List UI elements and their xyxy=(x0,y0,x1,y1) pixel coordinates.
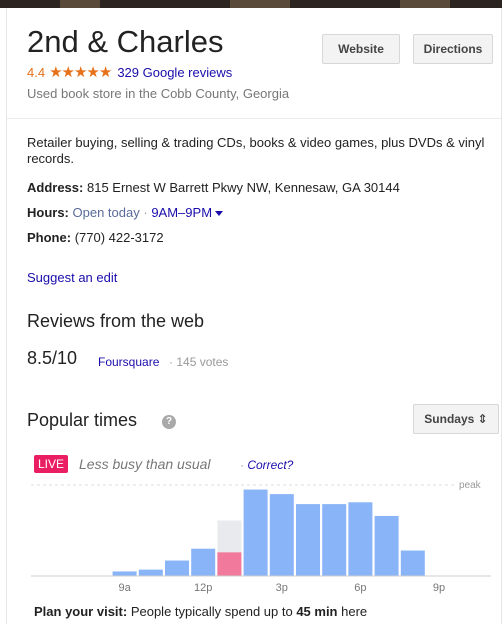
plan-label: Plan your visit: xyxy=(34,604,128,619)
bar-12p[interactable] xyxy=(191,548,216,576)
rating-row: 4.4 ★★★★★ 329 Google reviews xyxy=(27,64,232,82)
google-reviews-link[interactable]: 329 Google reviews xyxy=(117,64,232,82)
x-tick-label: 3p xyxy=(276,582,288,594)
plan-text-before: People typically spend up to xyxy=(127,604,297,619)
image-strip-segment xyxy=(60,0,100,8)
phone-value[interactable]: (770) 422-3172 xyxy=(75,230,164,245)
rating-value: 4.4 xyxy=(27,65,46,80)
live-badge: LIVE xyxy=(34,455,69,473)
star-rating-icon: ★★★★★ xyxy=(49,64,112,81)
help-icon[interactable]: ? xyxy=(162,415,176,429)
caret-down-icon[interactable] xyxy=(215,211,224,217)
phone-label: Phone: xyxy=(27,230,72,245)
hours-label: Hours: xyxy=(27,205,69,220)
directions-button[interactable]: Directions xyxy=(413,34,493,64)
reviews-web-title: Reviews from the web xyxy=(27,311,205,331)
bar-3p[interactable] xyxy=(269,494,294,576)
hours-separator: · xyxy=(143,205,148,220)
live-status: Less busy than usual xyxy=(79,456,211,472)
x-tick-label: 9a xyxy=(118,582,131,594)
hours-row: Hours: Open today · 9AM–9PM xyxy=(27,205,224,221)
bar-4p[interactable] xyxy=(296,504,320,576)
top-image-strip xyxy=(0,0,502,8)
bar-5p[interactable] xyxy=(322,504,347,576)
bar-2p[interactable] xyxy=(243,489,268,576)
place-title: 2nd & Charles xyxy=(27,24,224,59)
divider xyxy=(7,118,501,119)
bar-8p[interactable] xyxy=(400,550,425,576)
plan-duration: 45 min xyxy=(296,604,338,619)
popular-times-chart: peak 9a 12p 3p 6p 9p xyxy=(31,480,491,594)
correct-link[interactable]: · Correct? xyxy=(240,458,293,472)
plan-text-after: here xyxy=(337,604,368,619)
popular-times-title: Popular times xyxy=(27,410,138,430)
x-tick-label: 6p xyxy=(354,582,366,594)
votes-separator: · xyxy=(169,355,173,369)
bar-11a[interactable] xyxy=(165,560,189,576)
place-description: Retailer buying, selling & trading CDs, … xyxy=(27,135,485,166)
bar-live-1p[interactable] xyxy=(217,552,242,576)
review-score: 8.5/10 xyxy=(27,348,78,368)
bar-10a[interactable] xyxy=(138,569,163,576)
votes-count: 145 votes xyxy=(176,355,229,369)
image-strip-segment xyxy=(400,0,450,8)
address-label: Address: xyxy=(27,180,84,195)
address-value: 815 Ernest W Barrett Pkwy NW, Kennesaw, … xyxy=(86,180,400,195)
bar-9a[interactable] xyxy=(112,571,137,576)
day-selector[interactable]: Sundays ⇕ xyxy=(413,404,499,434)
suggest-edit-link[interactable]: Suggest an edit xyxy=(27,270,117,285)
bar-7p[interactable] xyxy=(374,515,399,576)
image-strip-segment xyxy=(230,0,290,8)
address-row: Address: 815 Ernest W Barrett Pkwy NW, K… xyxy=(27,180,400,196)
x-tick-label: 9p xyxy=(433,582,445,594)
knowledge-panel: 2nd & Charles Website Directions 4.4 ★★★… xyxy=(6,8,502,624)
plan-visit: Plan your visit: People typically spend … xyxy=(34,604,367,619)
place-category: Used book store in the Cobb County, Geor… xyxy=(27,86,290,101)
foursquare-link[interactable]: Foursquare xyxy=(98,355,159,369)
website-button[interactable]: Website xyxy=(322,34,400,64)
bar-6p[interactable] xyxy=(348,502,373,576)
hours-status: Open today xyxy=(72,205,140,220)
correct-separator: · xyxy=(240,458,244,472)
hours-dropdown[interactable]: 9AM–9PM xyxy=(151,205,212,220)
x-tick-label: 12p xyxy=(194,582,212,594)
peak-label: peak xyxy=(459,480,482,491)
correct-link-text[interactable]: Correct? xyxy=(247,458,293,472)
phone-row: Phone: (770) 422-3172 xyxy=(27,230,164,246)
review-votes: · 145 votes xyxy=(169,355,228,369)
